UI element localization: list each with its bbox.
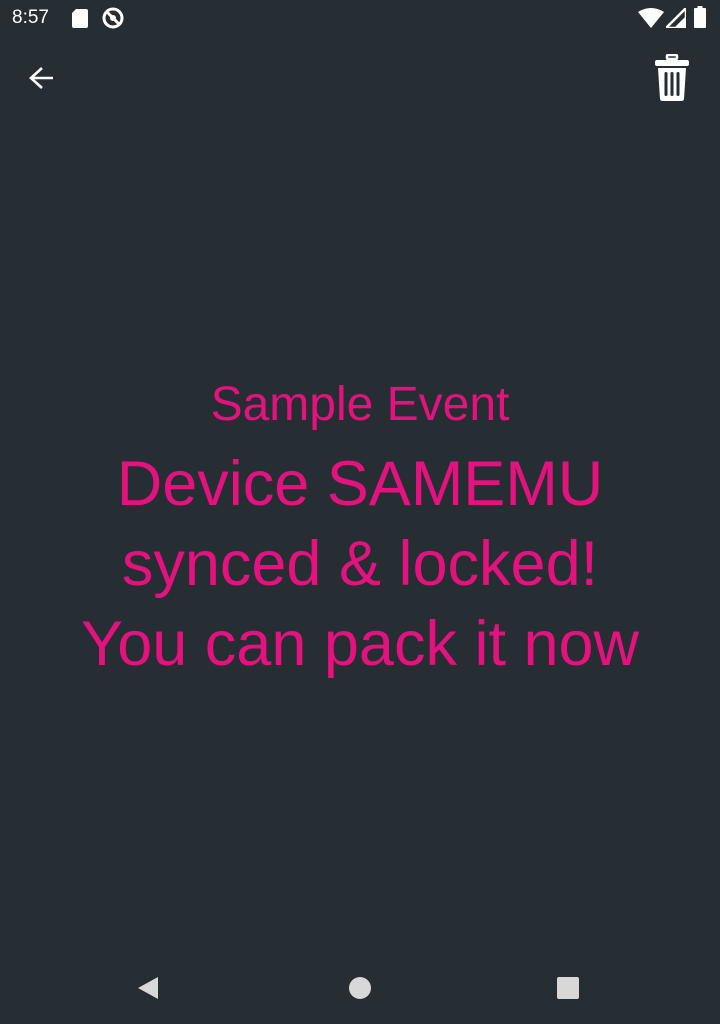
event-name: Sample Event [210,378,510,431]
sync-icon [102,7,124,29]
nav-recents-icon[interactable] [554,974,582,1002]
arrow-left-icon [29,67,53,89]
wifi-icon [638,8,664,28]
delete-button[interactable] [646,50,698,106]
nav-back-icon[interactable] [134,974,162,1002]
back-button[interactable] [18,56,66,100]
sync-message-line: Device SAMEMU [116,449,604,519]
nav-home-icon[interactable] [346,974,374,1002]
sd-card-icon [72,9,88,28]
sync-status-content: Sample Event Device SAMEMU synced & lock… [0,370,720,684]
battery-icon [694,6,706,28]
cell-signal-icon [666,8,686,28]
sync-message-line: synced & locked! [121,529,599,599]
navigation-bar [0,952,720,1024]
trash-icon [655,54,689,102]
sync-message-line: You can pack it now [80,609,640,679]
status-bar: 8:57 [0,0,720,36]
status-time: 8:57 [12,7,49,28]
sync-message: Device SAMEMU synced & locked! You can p… [0,444,720,684]
app-screen: 8:57 Sample Event Device SAMEMU synced &… [0,0,720,1024]
